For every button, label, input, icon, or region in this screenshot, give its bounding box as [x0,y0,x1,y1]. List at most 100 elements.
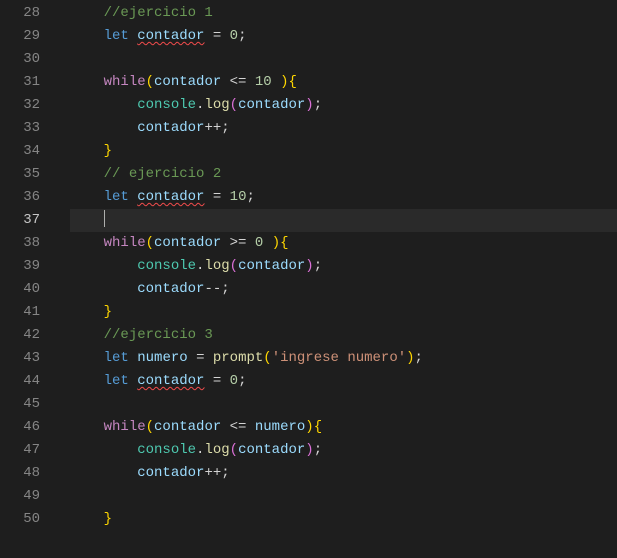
code-line[interactable]: while(contador <= 10 ){ [70,71,617,94]
token-num: 0 [230,28,238,44]
token-punc: ; [238,373,246,389]
token-punc: = [213,28,221,44]
token-func: log [204,97,229,113]
token-punc [70,97,137,113]
line-number: 45 [0,393,58,416]
token-punc [246,235,254,251]
token-punc [204,373,212,389]
line-number: 34 [0,140,58,163]
token-brace0: ( [146,235,154,251]
code-line[interactable]: console.log(contador); [70,255,617,278]
token-ident: contador [137,465,204,481]
token-punc [70,143,104,159]
token-ident: contador [238,442,305,458]
token-obj: console [137,442,196,458]
code-line[interactable]: // ejercicio 2 [70,163,617,186]
code-editor[interactable]: 2829303132333435363738394041424344454647… [0,0,617,558]
code-line[interactable]: } [70,140,617,163]
token-brace0: ) [305,419,313,435]
code-line[interactable]: while(contador >= 0 ){ [70,232,617,255]
token-punc: ; [221,120,229,136]
token-punc [70,235,104,251]
token-punc [70,511,104,527]
line-number: 30 [0,48,58,71]
token-punc [70,258,137,274]
token-keyword: let [104,373,129,389]
token-brace0: } [104,143,112,159]
code-line[interactable]: contador--; [70,278,617,301]
code-line[interactable] [70,209,617,232]
code-area[interactable]: //ejercicio 1 let contador = 0; while(co… [58,0,617,558]
token-punc: ; [314,97,322,113]
token-brace0: { [289,74,297,90]
code-line[interactable]: } [70,508,617,531]
token-ident: contador [137,189,204,205]
code-line[interactable]: //ejercicio 3 [70,324,617,347]
code-line[interactable]: let numero = prompt('ingrese numero'); [70,347,617,370]
token-control: while [104,235,146,251]
token-brace0: } [104,511,112,527]
token-punc: ; [246,189,254,205]
token-punc [246,419,254,435]
token-ident: contador [137,373,204,389]
token-keyword: let [104,28,129,44]
token-punc [188,350,196,366]
token-punc: ; [221,281,229,297]
token-punc [272,74,280,90]
line-number: 50 [0,508,58,531]
token-punc: ++ [204,465,221,481]
code-line[interactable] [70,485,617,508]
token-punc [204,28,212,44]
line-number: 33 [0,117,58,140]
line-number: 47 [0,439,58,462]
token-punc [129,373,137,389]
code-line[interactable]: } [70,301,617,324]
token-punc: <= [230,419,247,435]
token-punc [70,419,104,435]
line-number: 39 [0,255,58,278]
line-number: 48 [0,462,58,485]
token-punc: = [213,189,221,205]
line-number: 35 [0,163,58,186]
code-line[interactable] [70,393,617,416]
code-line[interactable]: console.log(contador); [70,439,617,462]
token-punc: -- [204,281,221,297]
code-line[interactable]: let contador = 0; [70,370,617,393]
token-punc [221,235,229,251]
token-brace0: ( [263,350,271,366]
token-comment: //ejercicio 3 [104,327,213,343]
token-punc [129,189,137,205]
code-line[interactable] [70,48,617,71]
line-number: 46 [0,416,58,439]
code-line[interactable]: let contador = 0; [70,25,617,48]
code-line[interactable]: contador++; [70,462,617,485]
code-line[interactable]: let contador = 10; [70,186,617,209]
token-punc [70,28,104,44]
line-number: 29 [0,25,58,48]
token-punc [221,419,229,435]
line-number: 32 [0,94,58,117]
token-brace0: { [314,419,322,435]
token-punc [246,74,254,90]
token-ident: contador [154,235,221,251]
token-ident: contador [154,419,221,435]
token-num: 0 [230,373,238,389]
token-ident: contador [137,281,204,297]
code-line[interactable]: //ejercicio 1 [70,2,617,25]
token-func: prompt [213,350,263,366]
line-number: 38 [0,232,58,255]
token-punc: ; [415,350,423,366]
token-obj: console [137,97,196,113]
code-line[interactable]: while(contador <= numero){ [70,416,617,439]
token-punc [70,304,104,320]
code-line[interactable]: contador++; [70,117,617,140]
token-obj: console [137,258,196,274]
code-line[interactable]: console.log(contador); [70,94,617,117]
token-keyword: let [104,350,129,366]
line-number: 37 [0,209,58,232]
token-punc: = [213,373,221,389]
token-punc [70,281,137,297]
token-punc [70,166,104,182]
token-punc [204,350,212,366]
line-number: 40 [0,278,58,301]
